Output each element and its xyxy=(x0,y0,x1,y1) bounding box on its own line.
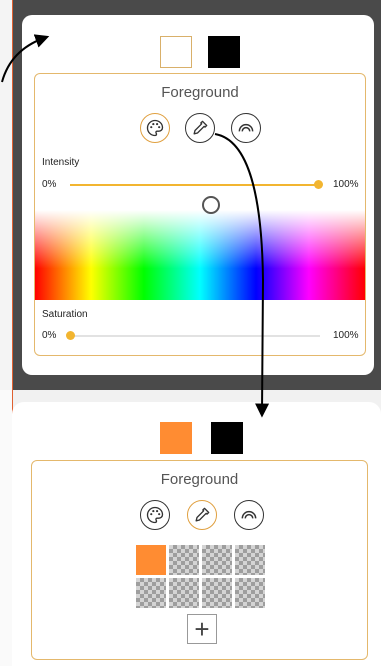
palette-icon xyxy=(146,506,164,524)
arc-icon xyxy=(241,510,257,519)
swatch-cell-empty[interactable] xyxy=(234,577,266,609)
panel-title: Foreground xyxy=(161,84,239,101)
swatch-cell-empty[interactable] xyxy=(234,544,266,576)
left-edge-strip xyxy=(0,0,13,390)
foreground-color-swatch[interactable] xyxy=(160,422,192,454)
saturation-slider-track[interactable] xyxy=(70,335,320,337)
swatch-cell-empty[interactable] xyxy=(201,544,233,576)
intensity-label: Intensity xyxy=(42,157,80,168)
saturation-slider-knob[interactable] xyxy=(66,331,75,340)
foreground-color-swatch[interactable] xyxy=(160,36,192,68)
swatch-cell-empty[interactable] xyxy=(168,544,200,576)
saturation-label: Saturation xyxy=(42,309,88,320)
add-swatch-button[interactable]: + xyxy=(187,614,217,644)
saturation-max-label: 100% xyxy=(333,330,359,341)
background-color-swatch[interactable] xyxy=(211,422,243,454)
color-picker-cursor[interactable] xyxy=(202,196,220,214)
swatch-cell-empty[interactable] xyxy=(201,577,233,609)
swatch-cell-selected[interactable] xyxy=(135,544,167,576)
intensity-slider-track[interactable] xyxy=(70,184,320,186)
color-spectrum[interactable] xyxy=(35,210,365,300)
intensity-min-label: 0% xyxy=(42,179,57,190)
eyedropper-icon xyxy=(195,507,210,522)
saturation-min-label: 0% xyxy=(42,330,57,341)
palette-icon xyxy=(146,119,164,137)
arc-icon xyxy=(238,123,254,132)
eyedropper-tool-button[interactable] xyxy=(187,500,217,530)
background-color-swatch[interactable] xyxy=(208,36,240,68)
arc-tool-button[interactable] xyxy=(234,500,264,530)
panel-title: Foreground xyxy=(160,471,239,488)
arc-tool-button[interactable] xyxy=(231,113,261,143)
intensity-slider-knob[interactable] xyxy=(314,180,323,189)
swatch-cell-empty[interactable] xyxy=(135,577,167,609)
eyedropper-icon xyxy=(193,120,208,135)
palette-tool-button[interactable] xyxy=(140,500,170,530)
swatch-cell-empty[interactable] xyxy=(168,577,200,609)
palette-tool-button[interactable] xyxy=(140,113,170,143)
intensity-max-label: 100% xyxy=(333,179,359,190)
eyedropper-tool-button[interactable] xyxy=(185,113,215,143)
